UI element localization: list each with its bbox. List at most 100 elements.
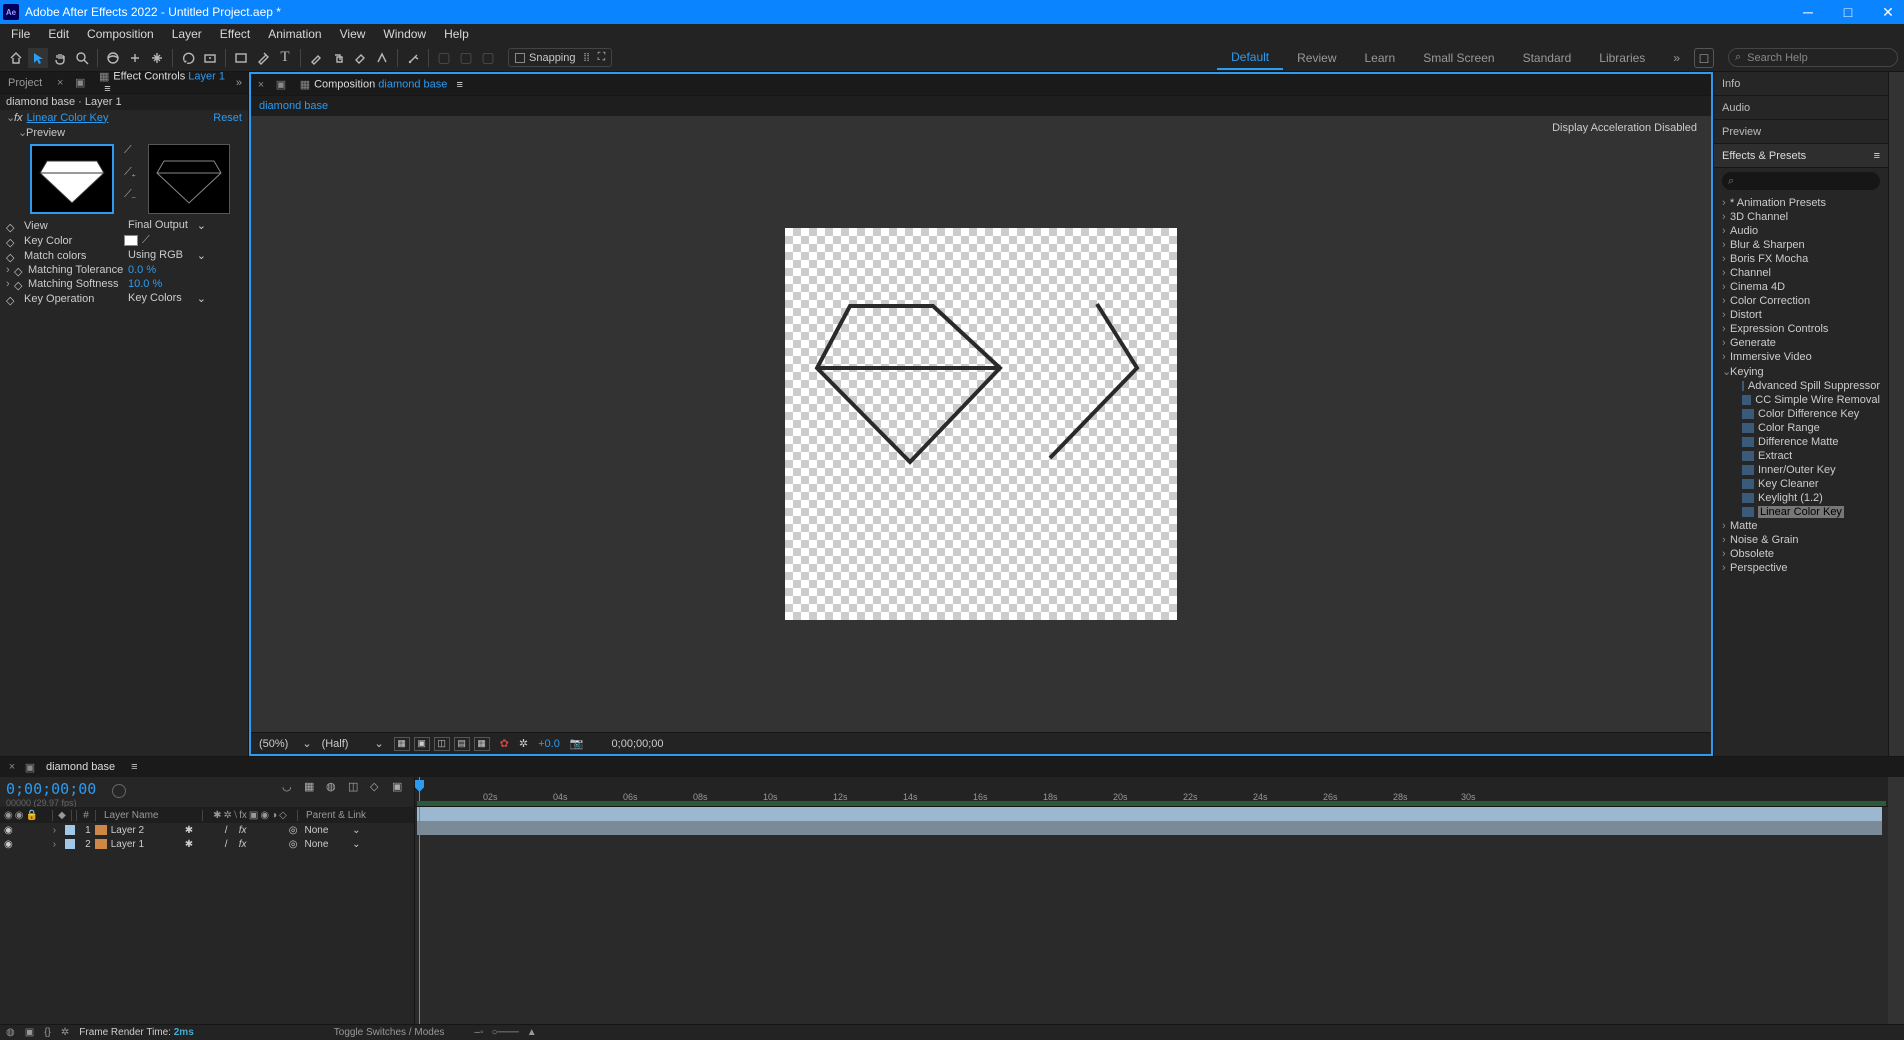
clone-tool-icon[interactable] [328, 48, 348, 68]
ep-category-keying[interactable]: ⌄Keying [1718, 364, 1884, 379]
caret-right-icon[interactable]: › [6, 264, 14, 276]
av-col-icon[interactable]: ◉ [4, 810, 13, 821]
layername-col-header[interactable]: Layer Name [100, 810, 198, 821]
caret-down-icon[interactable]: ⌄ [18, 126, 26, 139]
menu-file[interactable]: File [2, 25, 39, 43]
hand-tool-icon[interactable] [50, 48, 70, 68]
panel-lock-icon[interactable]: ▣ [74, 77, 86, 89]
project-tab[interactable]: Project [4, 75, 46, 91]
panel-menu-icon[interactable]: ≡ [1874, 150, 1880, 162]
label-color-icon[interactable] [65, 825, 75, 835]
status-icon-d[interactable]: ✲ [61, 1027, 69, 1038]
channel-icon[interactable]: ▦ [474, 737, 490, 751]
anchor-tool-icon[interactable] [200, 48, 220, 68]
menu-layer[interactable]: Layer [163, 25, 211, 43]
zoom-out-icon[interactable]: –◦ [474, 1027, 483, 1038]
ep-category[interactable]: ›Immersive Video [1718, 350, 1884, 364]
preview-thumb-original[interactable] [30, 144, 114, 214]
solo-col-icon[interactable]: ◉ [15, 810, 24, 821]
timeline-scrollbar[interactable] [1888, 777, 1904, 1024]
ep-effect-item[interactable]: Advanced Spill Suppressor [1718, 379, 1884, 393]
panel-close-icon[interactable]: × [255, 79, 267, 91]
visibility-toggle-icon[interactable]: ◉ [4, 839, 13, 850]
close-button[interactable]: ✕ [1878, 4, 1898, 21]
workspace-libraries[interactable]: Libraries [1585, 47, 1659, 69]
snapping-options-icon[interactable]: ⁞⁞ [584, 52, 590, 64]
effect-controls-tab[interactable]: ▦ Effect Controls Layer 1 ≡ [94, 68, 244, 97]
lock-col-icon[interactable]: 🔒 [25, 810, 37, 821]
workspace-learn[interactable]: Learn [1351, 47, 1410, 69]
color-mgmt-icon[interactable]: ✿ [500, 737, 509, 750]
viewer-area[interactable]: Display Acceleration Disabled [251, 116, 1711, 732]
pen-tool-icon[interactable] [253, 48, 273, 68]
text-tool-icon[interactable]: T [275, 48, 295, 68]
ep-effect-item[interactable]: Keylight (1.2) [1718, 491, 1884, 505]
grid-guide-icon[interactable]: ▤ [454, 737, 470, 751]
workspace-smallscreen[interactable]: Small Screen [1409, 47, 1508, 69]
snapping-checkbox-icon[interactable] [515, 53, 525, 63]
effect-name[interactable]: Linear Color Key [27, 112, 109, 124]
ep-category[interactable]: ›Obsolete [1718, 547, 1884, 561]
timeline-ruler[interactable]: 02s 04s 06s 08s 10s 12s 14s 16s 18s 20s … [415, 777, 1888, 807]
effect-header-row[interactable]: ⌄ fx Linear Color Key Reset [0, 110, 248, 125]
ep-effect-item[interactable]: Key Cleaner [1718, 477, 1884, 491]
draft3d-icon[interactable]: ◇ [370, 780, 386, 796]
rotation-tool-icon[interactable] [178, 48, 198, 68]
composition-canvas[interactable] [785, 228, 1177, 620]
ep-effect-item-selected[interactable]: Linear Color Key [1718, 505, 1884, 519]
prop-view-dropdown[interactable]: Final Output⌄ [124, 219, 210, 232]
zoom-tool-icon[interactable] [72, 48, 92, 68]
workspace-more-icon[interactable]: » [1659, 47, 1694, 69]
render-icon[interactable]: ▣ [392, 780, 408, 796]
switches-col-header[interactable]: ✱✲⧵fx▣◉◑◇ [202, 810, 298, 821]
timeline-search-icon[interactable] [112, 784, 126, 798]
prop-tol-value[interactable]: 0.0 % [128, 264, 156, 276]
layer-bar[interactable] [417, 807, 1882, 821]
info-panel-header[interactable]: Info [1714, 72, 1888, 96]
panel-close-icon[interactable]: × [6, 761, 18, 773]
camera-tool-icon[interactable] [147, 48, 167, 68]
ep-category[interactable]: ›* Animation Presets [1718, 196, 1884, 210]
ep-category[interactable]: ›Color Correction [1718, 294, 1884, 308]
menu-animation[interactable]: Animation [259, 25, 330, 43]
minimize-button[interactable]: ─ [1798, 4, 1818, 21]
zoom-slider[interactable]: ○─── [492, 1027, 519, 1038]
status-icon-b[interactable]: ▣ [25, 1027, 34, 1038]
panel-menu-icon[interactable]: ≡ [456, 79, 462, 91]
ep-category[interactable]: ›Generate [1718, 336, 1884, 350]
toggle-transparency-icon[interactable]: ▦ [394, 737, 410, 751]
roto-tool-icon[interactable] [372, 48, 392, 68]
ep-category[interactable]: ›3D Channel [1718, 210, 1884, 224]
effects-presets-header[interactable]: Effects & Presets ≡ [1714, 144, 1888, 168]
prop-op-dropdown[interactable]: Key Colors⌄ [124, 292, 210, 305]
zoom-in-icon[interactable]: ▲ [527, 1027, 537, 1038]
ep-category[interactable]: ›Matte [1718, 519, 1884, 533]
menu-window[interactable]: Window [374, 25, 435, 43]
stopwatch-icon[interactable]: ◇ [6, 294, 16, 304]
snapshot-icon[interactable]: 📷 [570, 737, 584, 750]
menu-view[interactable]: View [331, 25, 375, 43]
parent-dropdown[interactable]: None⌄ [301, 825, 363, 836]
footer-timecode[interactable]: 0;00;00;00 [612, 738, 664, 750]
shy-icon[interactable]: ◡ [282, 780, 298, 796]
timeline-layer-row[interactable]: ◉ › 1 Layer 2 ✱/fx ◎ None⌄ [0, 823, 414, 837]
eyedropper-inline-icon[interactable]: ⟋ [142, 234, 150, 247]
frame-blend-icon[interactable]: ▦ [304, 780, 320, 796]
graph-editor-icon[interactable]: ◫ [348, 780, 364, 796]
ep-effect-item[interactable]: Difference Matte [1718, 435, 1884, 449]
eyedropper-sub-icon[interactable]: ⟋₋ [124, 188, 142, 202]
timeline-layers-area[interactable] [415, 807, 1888, 1024]
snapping-toggle[interactable]: Snapping ⁞⁞ ⛶ [508, 48, 612, 67]
toggle-mask-icon[interactable]: ▣ [414, 737, 430, 751]
refresh-icon[interactable]: ✲ [519, 737, 528, 750]
rotate-tool-icon[interactable] [125, 48, 145, 68]
workspace-default[interactable]: Default [1217, 46, 1283, 70]
preview-panel-header[interactable]: Preview [1714, 120, 1888, 144]
motion-blur-icon[interactable]: ◍ [326, 780, 342, 796]
panel-lock-icon[interactable]: ▣ [275, 79, 287, 91]
right-scrollbar[interactable] [1888, 72, 1904, 756]
maximize-button[interactable]: □ [1838, 4, 1858, 21]
caret-right-icon[interactable]: › [6, 278, 14, 290]
ep-category[interactable]: ›Blur & Sharpen [1718, 238, 1884, 252]
comp-flow-name[interactable]: diamond base [259, 100, 328, 112]
